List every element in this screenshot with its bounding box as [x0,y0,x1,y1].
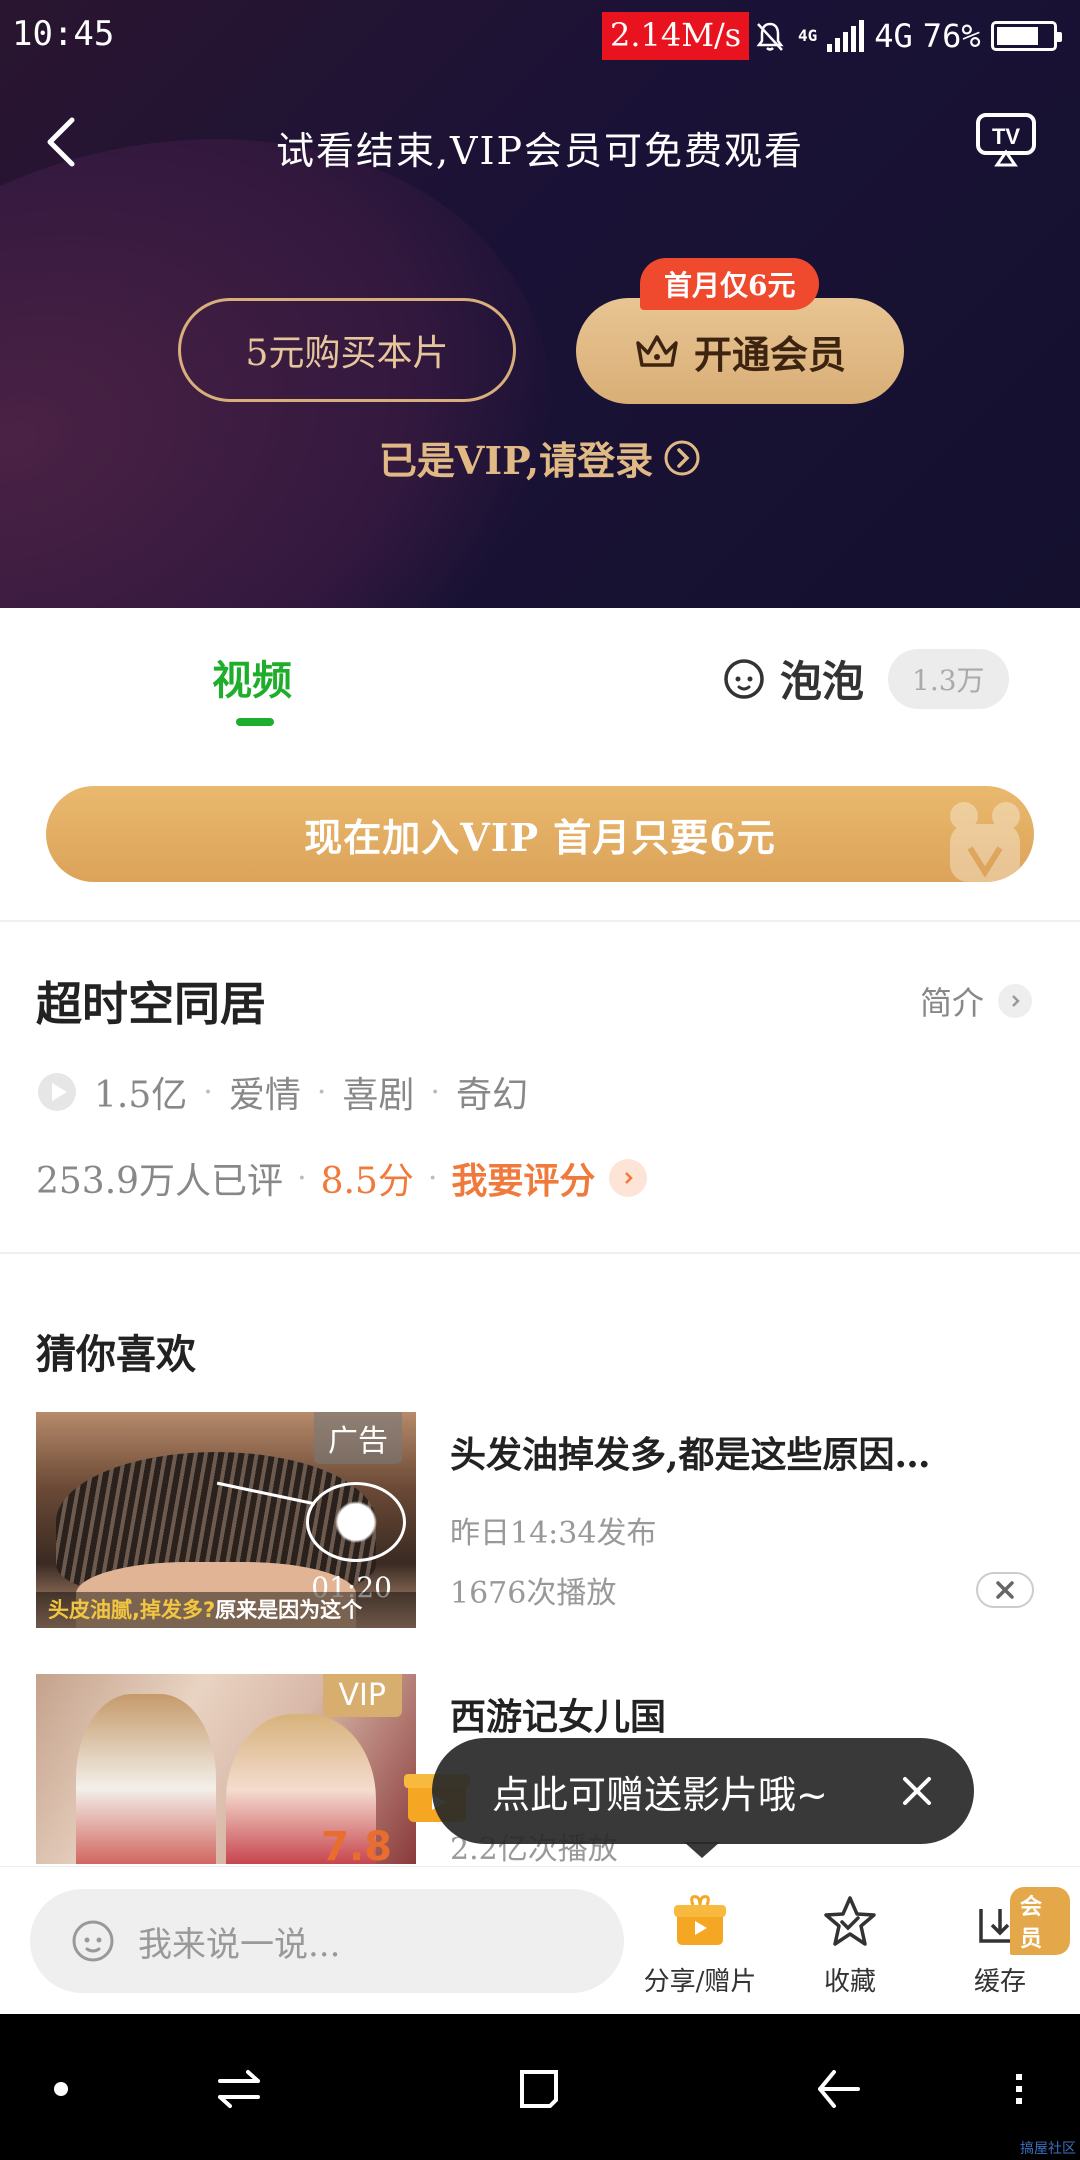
video-title[interactable]: 西游记女儿国 [450,1688,1030,1740]
network-label: 4G [874,17,913,55]
status-icons: 4G 4G 76% [752,14,1062,58]
cache-label: 缓存 [973,1967,1026,1997]
svg-text:TV: TV [992,124,1020,149]
caption-highlight: 头皮油腻,掉发多? [48,1598,216,1622]
switch-icon[interactable] [214,2064,264,2114]
favorite-button[interactable]: 收藏 [780,1893,920,1998]
open-vip-label: 开通会员 [693,331,846,377]
battery-icon [990,21,1062,51]
star-icon [824,1896,876,1946]
chevron-right-circle-icon [664,440,700,475]
show-title: 超时空同居 [36,977,266,1031]
score: 8.5分 [320,1161,414,1202]
close-icon [996,1581,1014,1599]
play-icon [38,1073,76,1111]
video-thumbnail[interactable]: 广告 01:20 头皮油腻,掉发多?原来是因为这个 [36,1412,416,1628]
system-nav-bar: 搞屋社区 [0,2014,1080,2160]
tab-video[interactable]: 视频 [212,648,292,706]
battery-percent: 76% [922,17,981,55]
caption-rest: 原来是因为这个 [215,1598,363,1622]
open-vip-button[interactable]: 开通会员 [576,298,904,404]
thumbnail-score: 7.8 [321,1824,392,1864]
tooltip-pointer [684,1842,720,1858]
bell-off-icon [756,22,784,51]
comment-placeholder: 我来说一说... [138,1924,341,1965]
join-vip-label: 现在加入VIP 首月只要6元 [304,814,776,860]
chevron-right-icon [998,984,1033,1018]
crown-icon [636,335,678,367]
rating-count: 253.9万人已评 [36,1161,284,1202]
intro-label: 简介 [920,984,985,1022]
gift-icon [674,1895,726,1945]
trial-ended-message: 试看结束,VIP会员可免费观看 [275,129,805,173]
chevron-right-icon[interactable] [609,1159,648,1197]
network-small-label: 4G [798,26,818,45]
watermark: 搞屋社区 [1020,2141,1076,2157]
back-nav-icon[interactable] [814,2064,864,2114]
separator: · [316,1074,327,1110]
bubble-count-badge: 1.3万 [888,648,1009,709]
signal-icon [827,20,865,52]
status-time: 10:45 [12,14,115,54]
publish-time: 昨日14:34发布 [450,1516,657,1551]
video-thumbnail[interactable]: VIP 7.8 [36,1674,416,1864]
separator: · [297,1160,307,1196]
favorite-label: 收藏 [823,1967,876,1997]
tv-cast-icon[interactable]: TV [975,112,1037,168]
comment-input[interactable]: 我来说一说... [30,1889,624,1993]
tooltip-text: 点此可赠送影片哦~ [492,1772,828,1817]
separator: · [203,1074,213,1110]
cache-button[interactable]: 缓存 会员 [930,1887,1070,1998]
genre-tag: 喜剧 [342,1075,415,1116]
tab-bubble-label: 泡泡 [780,657,865,706]
content-tabs: 视频 泡泡 1.3万 [0,608,1080,748]
first-month-badge: 首月仅6元 [640,258,820,310]
intro-link[interactable]: 简介 [920,978,1033,1024]
video-player[interactable]: 10:45 2.14M/s 4G 4G 76% 试看结束,VIP会员可免费观看 … [0,0,1080,608]
buy-movie-button[interactable]: 5元购买本片 [178,298,516,402]
divider [0,1252,1080,1254]
bottom-action-bar: 我来说一说... 分享/赠片 收藏 缓存 会员 [0,1866,1080,2014]
gift-tooltip[interactable]: 点此可赠送影片哦~ [432,1738,974,1844]
video-title[interactable]: 头发油掉发多,都是这些原因… [450,1426,1030,1478]
play-count: 1.5亿 [94,1075,188,1116]
separator: · [427,1160,438,1196]
show-meta: 1.5亿 · 爱情 · 喜剧 · 奇幻 [36,1066,528,1118]
divider [0,920,1080,922]
bubble-face-icon [724,658,764,699]
menu-icon[interactable] [994,2064,1044,2114]
share-label: 分享/赠片 [643,1967,757,1997]
thumbnail-caption: 头皮油腻,掉发多?原来是因为这个 [36,1592,416,1628]
ad-tag: 广告 [314,1412,402,1464]
genre-tag: 爱情 [228,1075,301,1116]
crown-watermark-icon [950,802,1020,882]
vip-login-label: 已是VIP,请登录 [378,438,654,483]
close-icon[interactable] [900,1774,934,1808]
vip-login-link[interactable]: 已是VIP,请登录 [0,430,1080,485]
genre-tag: 奇幻 [455,1075,528,1116]
rating-row: 253.9万人已评 · 8.5分 · 我要评分 [36,1152,648,1204]
separator: · [430,1074,440,1110]
rate-link[interactable]: 我要评分 [451,1152,595,1204]
smile-icon [72,1920,114,1962]
join-vip-banner[interactable]: 现在加入VIP 首月只要6元 [46,786,1034,882]
dismiss-ad-button[interactable] [976,1572,1034,1608]
dot-icon[interactable] [36,2064,86,2114]
vip-tag: VIP [322,1674,402,1717]
recents-icon[interactable] [514,2064,564,2114]
net-speed: 2.14M/s [602,12,750,60]
share-gift-button[interactable]: 分享/赠片 [630,1893,770,1998]
tab-active-indicator [236,718,274,726]
status-bar: 10:45 2.14M/s 4G 4G 76% [0,0,1080,70]
recommend-heading: 猜你喜欢 [36,1331,196,1378]
list-item[interactable]: 广告 01:20 头皮油腻,掉发多?原来是因为这个 头发油掉发多,都是这些原因…… [36,1412,1046,1628]
member-badge: 会员 [1010,1887,1070,1955]
tab-bubble[interactable]: 泡泡 1.3万 [722,648,1009,709]
view-count: 1676次播放 [450,1576,617,1611]
